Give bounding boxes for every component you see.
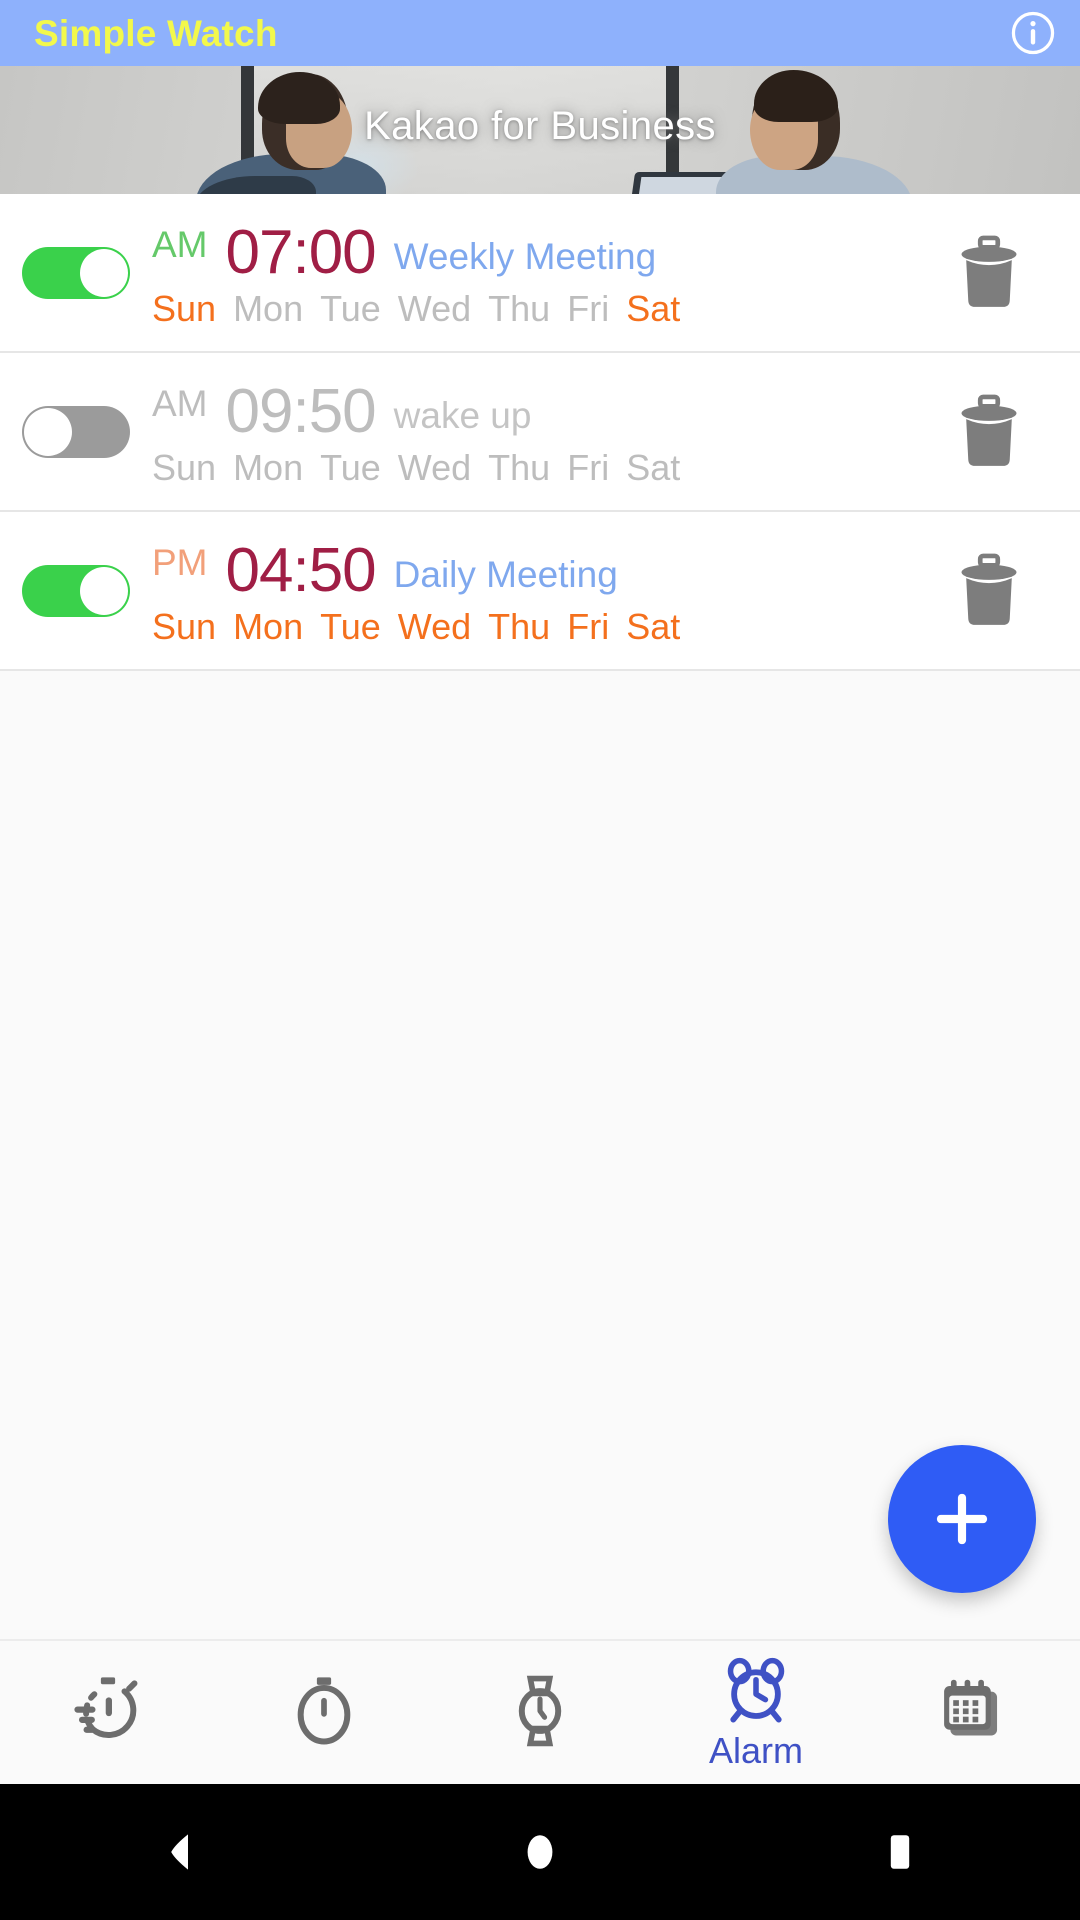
alarm-days: Sun Mon Tue Wed Thu Fri Sat: [152, 605, 924, 647]
alarm-toggle-cell[interactable]: [0, 564, 152, 617]
day-sun: Sun: [152, 287, 217, 329]
delete-alarm-button[interactable]: [924, 235, 1054, 311]
alarm-label: Daily Meeting: [393, 553, 618, 595]
alarm-days: Sun Mon Tue Wed Thu Fri Sat: [152, 287, 924, 329]
alarm-info: AM 09:50 wake up Sun Mon Tue Wed Thu Fri…: [152, 377, 924, 487]
day-mon: Mon: [233, 605, 304, 647]
bottom-navigation: Alarm: [0, 1639, 1080, 1784]
alarm-time: 09:50: [225, 376, 377, 446]
alarm-time-row: PM 04:50 Daily Meeting: [152, 535, 924, 605]
alarm-toggle-cell[interactable]: [0, 405, 152, 458]
alarm-meridiem: AM: [152, 223, 208, 265]
alarm-time-row: AM 07:00 Weekly Meeting: [152, 217, 924, 287]
nav-item-watch[interactable]: [432, 1641, 648, 1784]
day-wed: Wed: [397, 287, 472, 329]
delete-alarm-button[interactable]: [924, 553, 1054, 629]
day-wed: Wed: [397, 446, 472, 488]
day-thu: Thu: [488, 446, 551, 488]
day-tue: Tue: [320, 605, 381, 647]
toggle-knob: [24, 407, 72, 456]
day-thu: Thu: [488, 605, 551, 647]
day-tue: Tue: [320, 446, 381, 488]
alarm-days: Sun Mon Tue Wed Thu Fri Sat: [152, 446, 924, 488]
day-fri: Fri: [567, 287, 610, 329]
home-circle-icon[interactable]: [470, 1784, 610, 1920]
nav-item-stopwatch[interactable]: [216, 1641, 432, 1784]
day-tue: Tue: [320, 287, 381, 329]
recents-square-icon[interactable]: [830, 1784, 970, 1920]
ad-headline: Kakao for Business: [364, 104, 716, 148]
alarm-row[interactable]: AM 09:50 wake up Sun Mon Tue Wed Thu Fri…: [0, 353, 1080, 512]
alarm-time: 07:00: [225, 217, 377, 287]
watch-icon: [518, 1675, 562, 1746]
alarm-label: wake up: [393, 394, 532, 436]
toggle-knob: [80, 566, 128, 615]
add-alarm-fab[interactable]: [888, 1445, 1036, 1593]
nav-label-alarm: Alarm: [708, 1729, 803, 1771]
alarm-row[interactable]: AM 07:00 Weekly Meeting Sun Mon Tue Wed …: [0, 194, 1080, 353]
alarm-toggle-cell[interactable]: [0, 246, 152, 299]
alarm-row[interactable]: PM 04:50 Daily Meeting Sun Mon Tue Wed T…: [0, 512, 1080, 671]
delete-alarm-button[interactable]: [924, 394, 1054, 470]
nav-item-alarm[interactable]: Alarm: [648, 1641, 864, 1784]
day-fri: Fri: [567, 446, 610, 488]
trash-icon: [961, 235, 1017, 307]
system-navigation-bar: [0, 1784, 1080, 1920]
day-wed: Wed: [397, 605, 472, 647]
app-bar: Simple Watch: [0, 0, 1080, 66]
alarm-toggle[interactable]: [22, 405, 130, 458]
alarm-time: 04:50: [225, 535, 377, 605]
alarm-info: AM 07:00 Weekly Meeting Sun Mon Tue Wed …: [152, 218, 924, 328]
day-fri: Fri: [567, 605, 610, 647]
alarm-meridiem: AM: [152, 382, 208, 424]
trash-icon: [961, 394, 1017, 466]
trash-icon: [961, 553, 1017, 625]
day-sat: Sat: [626, 446, 681, 488]
day-sat: Sat: [626, 605, 681, 647]
alarm-label: Weekly Meeting: [393, 235, 657, 277]
alarm-clock-icon: [727, 1657, 785, 1722]
day-sun: Sun: [152, 605, 217, 647]
stopwatch-icon: [297, 1676, 351, 1744]
ad-banner[interactable]: Kakao for Business: [0, 66, 1080, 194]
page-title: Simple Watch: [34, 12, 278, 54]
app-root: Simple Watch Kakao for Business AM 07:00…: [0, 0, 1080, 1920]
back-triangle-icon[interactable]: [110, 1784, 250, 1920]
nav-item-calendar[interactable]: [864, 1641, 1080, 1784]
calendar-icon: [944, 1679, 998, 1735]
lap-timer-icon: [74, 1676, 138, 1738]
alarm-toggle[interactable]: [22, 564, 130, 617]
content-area: [0, 671, 1080, 1639]
info-circle-icon[interactable]: [1010, 10, 1056, 56]
alarm-time-row: AM 09:50 wake up: [152, 376, 924, 446]
plus-icon: [936, 1493, 988, 1545]
alarm-toggle[interactable]: [22, 246, 130, 299]
alarm-list: AM 07:00 Weekly Meeting Sun Mon Tue Wed …: [0, 194, 1080, 671]
day-mon: Mon: [233, 287, 304, 329]
day-sat: Sat: [626, 287, 681, 329]
day-thu: Thu: [488, 287, 551, 329]
alarm-meridiem: PM: [152, 541, 208, 583]
toggle-knob: [80, 248, 128, 297]
day-sun: Sun: [152, 446, 217, 488]
day-mon: Mon: [233, 446, 304, 488]
nav-item-lap-timer[interactable]: [0, 1641, 216, 1784]
alarm-info: PM 04:50 Daily Meeting Sun Mon Tue Wed T…: [152, 536, 924, 646]
